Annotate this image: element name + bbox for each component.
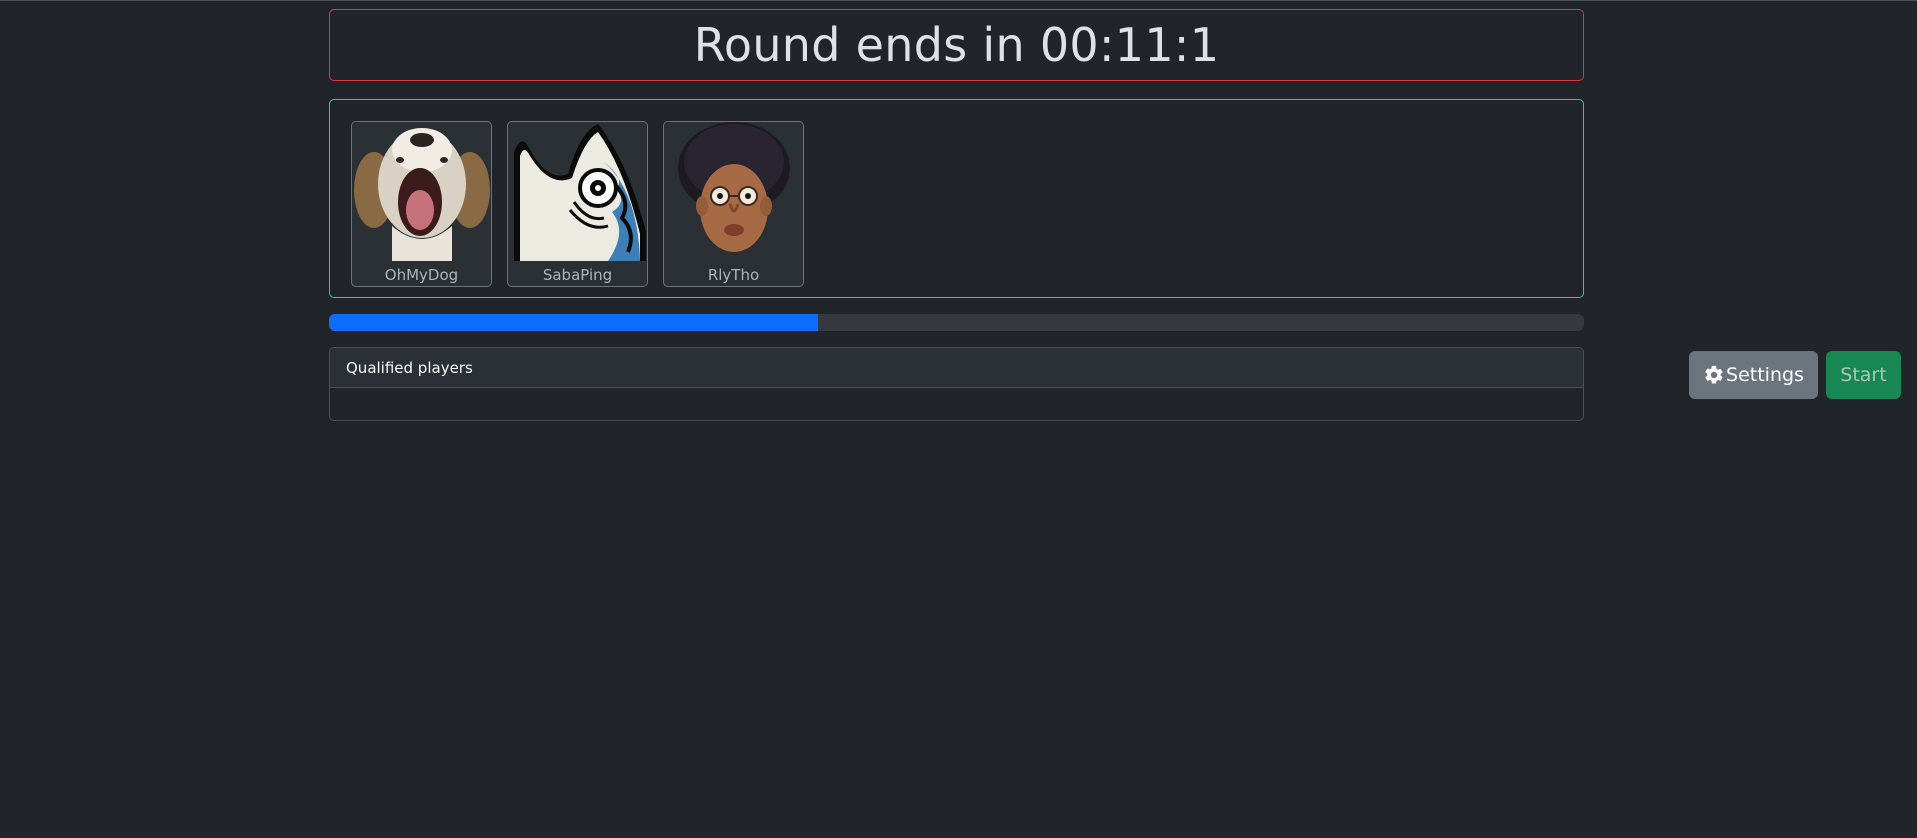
- player-avatar-face: [664, 122, 803, 261]
- round-timer-panel: Round ends in 00:11:1: [329, 9, 1584, 81]
- round-progress-bar: [329, 314, 1584, 331]
- player-name: SabaPing: [542, 266, 613, 284]
- settings-button[interactable]: Settings: [1689, 351, 1818, 399]
- player-name: OhMyDog: [384, 266, 459, 284]
- player-name: RlyTho: [707, 266, 760, 284]
- player-card[interactable]: SabaPing: [507, 121, 648, 287]
- qualified-players-header: Qualified players: [330, 348, 1583, 388]
- round-timer-text: Round ends in 00:11:1: [693, 18, 1220, 72]
- qualified-players-panel: Qualified players: [329, 347, 1584, 421]
- settings-button-label: Settings: [1726, 364, 1804, 386]
- top-divider: [0, 0, 1917, 1]
- round-progress-fill: [329, 314, 819, 331]
- player-card[interactable]: OhMyDog: [351, 121, 492, 287]
- start-button[interactable]: Start: [1826, 351, 1901, 399]
- players-panel: OhMyDog SabaPing RlyTho: [329, 99, 1584, 298]
- player-card[interactable]: RlyTho: [663, 121, 804, 287]
- gear-icon: [1705, 365, 1723, 384]
- player-avatar-dog: [352, 122, 491, 261]
- start-button-label: Start: [1840, 364, 1887, 386]
- player-avatar-fish: [508, 122, 647, 261]
